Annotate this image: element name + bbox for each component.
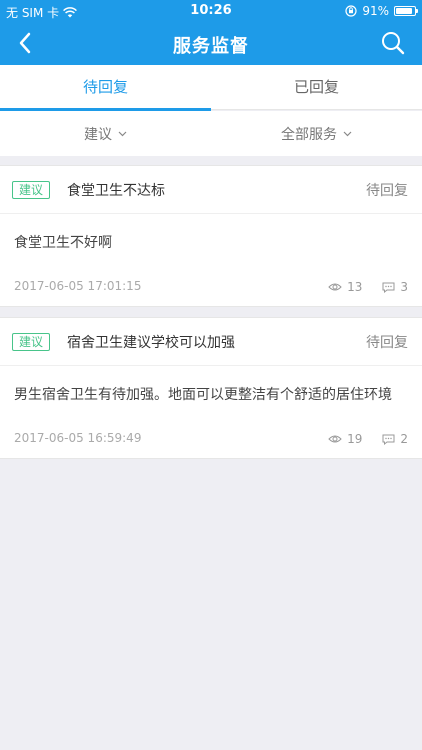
category-tag: 建议 xyxy=(12,333,51,351)
comment-count: 3 xyxy=(382,280,408,294)
comment-count-value: 3 xyxy=(400,280,408,294)
tab-pending[interactable]: 待回复 xyxy=(0,65,211,111)
status-right: 91% xyxy=(345,4,418,18)
battery-icon xyxy=(394,6,418,16)
orientation-lock-icon xyxy=(345,5,357,17)
post-card[interactable]: 建议 食堂卫生不达标 待回复 食堂卫生不好啊 2017-06-05 17:01:… xyxy=(0,165,422,307)
reply-status: 待回复 xyxy=(366,335,408,351)
post-stats: 13 3 xyxy=(328,280,408,294)
post-stats: 19 2 xyxy=(328,432,408,446)
status-bar: 无 SIM 卡 10:26 91% xyxy=(0,0,422,22)
search-icon xyxy=(382,32,405,55)
post-body: 男生宿舍卫生有待加强。地面可以更整洁有个舒适的居住环境 xyxy=(14,387,392,403)
comment-icon xyxy=(382,282,395,293)
filter-service-dropdown[interactable]: 全部服务 xyxy=(211,111,422,156)
chevron-down-icon xyxy=(343,131,352,136)
page-title: 服务监督 xyxy=(173,36,249,57)
post-title: 食堂卫生不达标 xyxy=(67,183,165,199)
filter-type-label: 建议 xyxy=(84,126,112,143)
search-button[interactable] xyxy=(378,28,408,58)
filter-type-dropdown[interactable]: 建议 xyxy=(0,111,211,156)
view-count-value: 13 xyxy=(347,280,363,294)
eye-icon xyxy=(328,283,342,291)
reply-status: 待回复 xyxy=(366,183,408,199)
view-count: 19 xyxy=(328,432,362,446)
post-body: 食堂卫生不好啊 xyxy=(14,235,112,251)
post-title: 宿舍卫生建议学校可以加强 xyxy=(67,335,235,351)
post-header: 建议 食堂卫生不达标 待回复 xyxy=(0,166,422,214)
view-count-value: 19 xyxy=(347,432,363,446)
battery-percent: 91% xyxy=(362,4,389,18)
reply-tabs: 待回复 已回复 xyxy=(0,65,422,111)
comment-count: 2 xyxy=(382,432,408,446)
chevron-down-icon xyxy=(118,131,127,136)
comment-count-value: 2 xyxy=(400,432,408,446)
eye-icon xyxy=(328,435,342,443)
filter-bar: 建议 全部服务 xyxy=(0,111,422,156)
tab-replied[interactable]: 已回复 xyxy=(211,65,422,110)
post-time: 2017-06-05 16:59:49 xyxy=(14,431,142,445)
view-count: 13 xyxy=(328,280,362,294)
nav-bar: 服务监督 xyxy=(0,22,422,65)
post-time: 2017-06-05 17:01:15 xyxy=(14,279,142,293)
filter-service-label: 全部服务 xyxy=(281,126,337,143)
category-tag: 建议 xyxy=(12,181,51,199)
comment-icon xyxy=(382,434,395,445)
post-card[interactable]: 建议 宿舍卫生建议学校可以加强 待回复 男生宿舍卫生有待加强。地面可以更整洁有个… xyxy=(0,317,422,459)
post-header: 建议 宿舍卫生建议学校可以加强 待回复 xyxy=(0,318,422,366)
battery-fill xyxy=(396,8,412,14)
